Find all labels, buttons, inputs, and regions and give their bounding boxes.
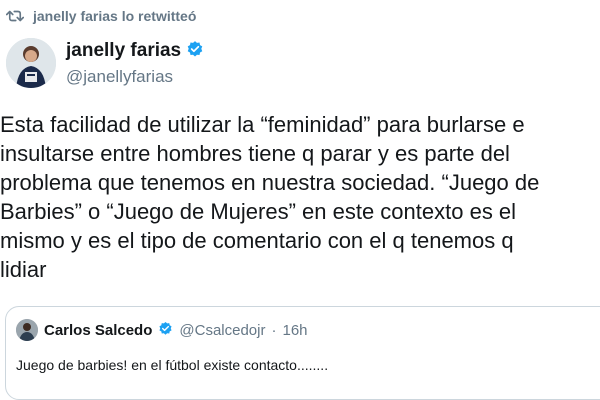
tweet-text-line: Esta facilidad de utilizar la “feminidad…	[0, 112, 525, 137]
quoted-avatar[interactable]	[16, 319, 38, 341]
retweet-label: janelly farias lo retwitteó	[33, 8, 197, 24]
retweet-context[interactable]: janelly farias lo retwitteó	[6, 6, 196, 26]
quoted-tweet[interactable]: Carlos Salcedo @Csalcedojr · 16h Juego d…	[5, 306, 600, 400]
quoted-author-handle[interactable]: @Csalcedojr	[179, 322, 265, 339]
tweet-author[interactable]: janelly farias @janellyfarias	[6, 38, 204, 88]
tweet-text-line: problema que tenemos en nuestra sociedad…	[0, 170, 540, 195]
retweet-icon	[6, 9, 24, 23]
tweet-text-line: mismo y es el tipo de comentario con el …	[0, 228, 514, 253]
quoted-author-name[interactable]: Carlos Salcedo	[44, 322, 152, 339]
author-handle[interactable]: @janellyfarias	[66, 67, 204, 87]
quoted-text: Juego de barbies! en el fútbol existe co…	[16, 357, 329, 373]
tweet-text-line: Barbies” o “Juego de Mujeres” en este co…	[0, 199, 517, 224]
verified-badge-icon	[186, 40, 204, 63]
tweet-text-line: insultarse entre hombres tiene q parar y…	[0, 141, 510, 166]
quoted-timestamp[interactable]: 16h	[282, 322, 307, 339]
verified-badge-icon	[158, 321, 173, 340]
author-display-name[interactable]: janelly farias	[66, 40, 181, 62]
separator-dot: ·	[271, 321, 277, 339]
tweet-text-line: lidiar	[0, 257, 47, 282]
tweet-text: Esta facilidad de utilizar la “feminidad…	[0, 110, 600, 284]
avatar[interactable]	[6, 38, 56, 88]
